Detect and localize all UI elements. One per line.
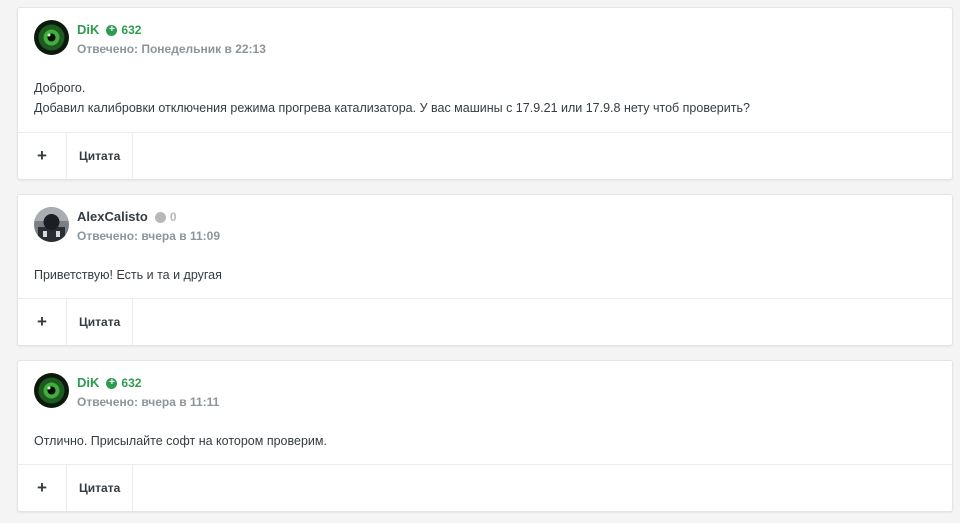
forum-post: DiK + 632 Отвечено: Понедельник в 22:13 …	[17, 7, 953, 180]
plus-button[interactable]: +	[18, 299, 67, 345]
content-line: Приветствую! Есть и та и другая	[34, 268, 222, 282]
author-name[interactable]: DiK	[77, 375, 99, 391]
author-line: DiK + 632	[77, 22, 141, 38]
avatar[interactable]	[34, 207, 69, 242]
post-controls: + Цитата	[18, 298, 952, 345]
post-timestamp[interactable]: Отвечено: Понедельник в 22:13	[77, 42, 266, 56]
plus-circle-icon: +	[106, 377, 118, 389]
post-content: Приветствую! Есть и та и другая	[18, 255, 952, 298]
post-header: AlexCalisto 0 Отвечено: вчера в 11:09	[18, 195, 952, 255]
reputation-count: 632	[121, 376, 142, 390]
plus-button[interactable]: +	[18, 465, 67, 511]
avatar[interactable]	[34, 20, 69, 55]
content-line: Отлично. Присылайте софт на котором пров…	[34, 434, 327, 448]
post-timestamp[interactable]: Отвечено: вчера в 11:11	[77, 395, 219, 409]
post-controls: + Цитата	[18, 464, 952, 511]
author-line: DiK + 632	[77, 375, 141, 391]
author-name[interactable]: DiK	[77, 22, 99, 38]
content-line: Доброго.	[34, 81, 86, 95]
reputation-badge[interactable]: + 632	[106, 375, 141, 391]
post-controls: + Цитата	[18, 132, 952, 179]
author-line: AlexCalisto 0	[77, 209, 177, 225]
post-header: DiK + 632 Отвечено: вчера в 11:11	[18, 361, 952, 421]
avatar[interactable]	[34, 373, 69, 408]
reputation-count: 632	[121, 23, 142, 37]
reputation-badge[interactable]: + 632	[106, 22, 141, 38]
forum-post: AlexCalisto 0 Отвечено: вчера в 11:09 Пр…	[17, 194, 953, 346]
author-name[interactable]: AlexCalisto	[77, 209, 148, 225]
quote-button[interactable]: Цитата	[67, 465, 134, 511]
reputation-badge[interactable]: 0	[154, 209, 177, 225]
post-timestamp[interactable]: Отвечено: вчера в 11:09	[77, 229, 220, 243]
quote-button[interactable]: Цитата	[67, 133, 134, 179]
neutral-circle-icon	[154, 211, 166, 223]
plus-button[interactable]: +	[18, 133, 67, 179]
post-content: Отлично. Присылайте софт на котором пров…	[18, 421, 952, 464]
reputation-count: 0	[169, 210, 177, 224]
content-line: Добавил калибровки отключения режима про…	[34, 101, 750, 115]
quote-button[interactable]: Цитата	[67, 299, 134, 345]
post-content: Доброго. Добавил калибровки отключения р…	[18, 68, 952, 132]
plus-circle-icon: +	[106, 24, 118, 36]
post-header: DiK + 632 Отвечено: Понедельник в 22:13	[18, 8, 952, 68]
forum-post: DiK + 632 Отвечено: вчера в 11:11 Отличн…	[17, 360, 953, 512]
